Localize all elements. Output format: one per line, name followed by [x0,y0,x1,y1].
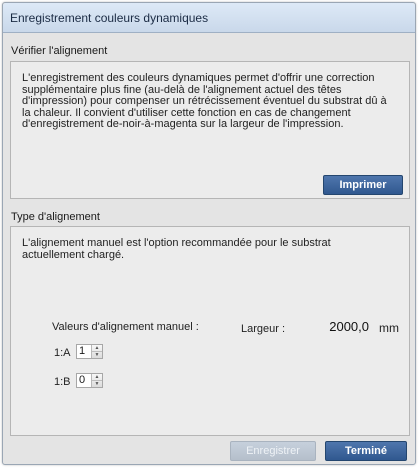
description-line: d'impression) pour compenser un rétrécis… [22,95,387,107]
description-line: d'enregistrement de-noir-à-magenta sur l… [22,118,344,130]
field-1a-value[interactable]: 1 [77,345,91,358]
alignment-type-label: Type d'alignement [11,211,100,223]
done-button[interactable]: Terminé [325,441,407,461]
width-value-field[interactable]: 2000,0 [311,319,369,334]
field-1a-label: 1:A [54,347,71,359]
width-label: Largeur : [241,323,286,335]
field-1b-stepper[interactable]: 0 ▲ ▼ [76,373,103,388]
alignment-type-description: L'alignement manuel est l'option recomma… [22,237,402,261]
window-title: Enregistrement couleurs dynamiques [10,11,209,25]
save-button[interactable]: Enregistrer [230,441,316,461]
width-unit-label: mm [379,321,399,335]
description-line: actuellement chargé. [22,248,125,261]
description-line: L'alignement manuel est l'option recomma… [22,237,331,249]
spinner-arrows[interactable]: ▲ ▼ [91,345,102,358]
spin-down-icon[interactable]: ▼ [92,380,102,387]
manual-values-label: Valeurs d'alignement manuel : [52,321,199,333]
description-line: L'enregistrement des couleurs dynamiques… [22,72,375,84]
spin-down-icon[interactable]: ▼ [92,351,102,358]
alignment-type-group: L'alignement manuel est l'option recomma… [10,226,410,436]
field-1a-stepper[interactable]: 1 ▲ ▼ [76,344,103,359]
field-1b-label: 1:B [54,376,71,388]
spinner-arrows[interactable]: ▲ ▼ [91,374,102,387]
title-bar: Enregistrement couleurs dynamiques [3,3,415,33]
print-button[interactable]: Imprimer [323,175,403,195]
check-alignment-group: L'enregistrement des couleurs dynamiques… [10,61,410,199]
dialog-window: Enregistrement couleurs dynamiques Vérif… [2,2,416,465]
check-alignment-label: Vérifier l'alignement [11,45,108,57]
check-alignment-description: L'enregistrement des couleurs dynamiques… [22,72,402,131]
field-1b-value[interactable]: 0 [77,374,91,387]
